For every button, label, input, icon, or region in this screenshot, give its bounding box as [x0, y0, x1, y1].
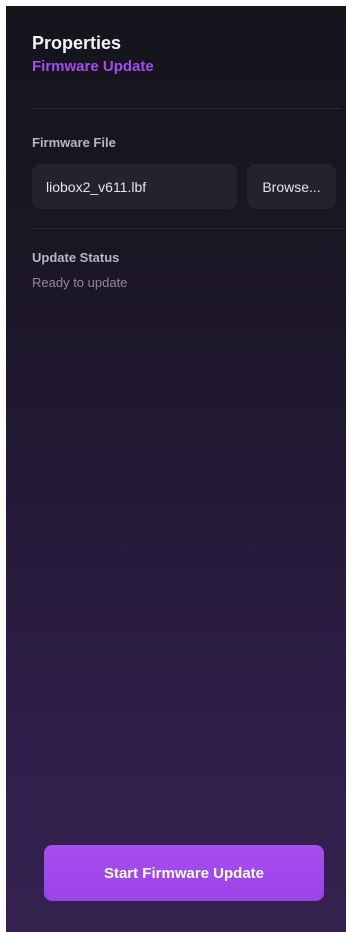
update-status-label: Update Status	[32, 250, 120, 265]
properties-panel: Properties Firmware Update Firmware File…	[6, 6, 346, 932]
browse-button[interactable]: Browse...	[247, 164, 336, 209]
firmware-file-label: Firmware File	[32, 135, 116, 150]
file-divider	[32, 228, 342, 229]
start-firmware-update-button[interactable]: Start Firmware Update	[44, 845, 324, 901]
firmware-file-row: Browse...	[32, 164, 336, 209]
panel-subtitle: Firmware Update	[32, 58, 154, 75]
firmware-file-input[interactable]	[32, 164, 237, 209]
panel-title: Properties	[32, 33, 122, 53]
update-status-text: Ready to update	[32, 275, 128, 290]
header-divider	[32, 108, 342, 109]
